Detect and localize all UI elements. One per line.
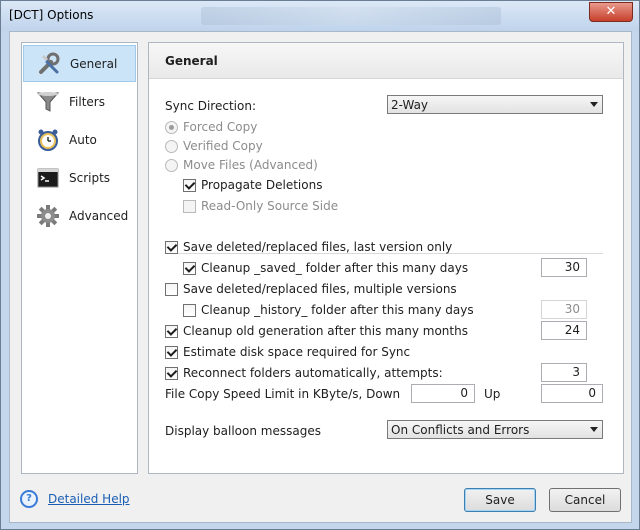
checkbox[interactable] xyxy=(165,282,178,296)
cancel-button[interactable]: Cancel xyxy=(549,488,621,512)
checkbox[interactable] xyxy=(183,303,196,317)
checkbox[interactable] xyxy=(165,345,178,359)
checkbox[interactable] xyxy=(165,366,178,380)
balloon-messages-value: On Conflicts and Errors xyxy=(391,423,530,437)
nav-label: Scripts xyxy=(69,170,111,185)
radio-verified-copy[interactable]: Verified Copy xyxy=(165,137,263,155)
nav-label: Advanced xyxy=(69,208,129,223)
cleanup-saved-checkbox[interactable]: Cleanup _saved_ folder after this many d… xyxy=(183,259,468,277)
sync-direction-value: 2-Way xyxy=(391,98,429,112)
cleanup-history-days-input[interactable]: 30 xyxy=(541,300,587,319)
estimate-disk-space-checkbox[interactable]: Estimate disk space required for Sync xyxy=(165,343,410,361)
background-window-ghost xyxy=(201,7,501,25)
sync-direction-label: Sync Direction: xyxy=(165,99,256,113)
checkbox[interactable] xyxy=(183,199,196,213)
options-window: [DCT] Options ✕ General Filters Auto Scr… xyxy=(0,0,640,530)
reconnect-attempts-input[interactable]: 3 xyxy=(541,363,587,382)
radio-button[interactable] xyxy=(165,158,178,172)
help-icon: ? xyxy=(20,490,38,508)
balloon-messages-label: Display balloon messages xyxy=(165,424,321,438)
nav-item-advanced[interactable]: Advanced xyxy=(23,197,136,234)
save-multiple-checkbox[interactable]: Save deleted/replaced files, multiple ve… xyxy=(165,280,457,298)
radio-button[interactable] xyxy=(165,120,178,134)
nav-label: Filters xyxy=(69,94,105,109)
close-button[interactable]: ✕ xyxy=(589,2,633,22)
cleanup-history-checkbox[interactable]: Cleanup _history_ folder after this many… xyxy=(183,301,474,319)
cleanup-old-generation-checkbox[interactable]: Cleanup old generation after this many m… xyxy=(165,322,468,340)
checkbox[interactable] xyxy=(165,240,178,254)
save-button[interactable]: Save xyxy=(464,488,536,512)
checkbox[interactable] xyxy=(165,324,178,338)
title-bar[interactable]: [DCT] Options ✕ xyxy=(1,1,639,31)
speed-limit-up-input[interactable]: 0 xyxy=(541,384,603,403)
checkbox[interactable] xyxy=(183,178,196,192)
nav-item-filters[interactable]: Filters xyxy=(23,83,136,120)
funnel-icon xyxy=(35,89,61,115)
chevron-down-icon xyxy=(590,102,598,107)
alarm-clock-icon xyxy=(35,127,61,153)
dialog-client: General Filters Auto Scripts Advanced Ge… xyxy=(9,31,632,523)
nav-item-scripts[interactable]: Scripts xyxy=(23,159,136,196)
nav-item-auto[interactable]: Auto xyxy=(23,121,136,158)
speed-limit-down-input[interactable]: 0 xyxy=(411,384,475,403)
save-last-version-checkbox[interactable]: Save deleted/replaced files, last versio… xyxy=(165,238,452,256)
sync-direction-select[interactable]: 2-Way xyxy=(387,95,603,114)
panel-header: General xyxy=(149,43,623,79)
speed-limit-up-label: Up xyxy=(484,387,501,401)
nav-label: Auto xyxy=(69,132,97,147)
nav-item-general[interactable]: General xyxy=(23,45,136,82)
detailed-help-link[interactable]: Detailed Help xyxy=(48,492,130,506)
radio-forced-copy[interactable]: Forced Copy xyxy=(165,118,257,136)
checkbox[interactable] xyxy=(183,261,196,275)
cleanup-months-input[interactable]: 24 xyxy=(541,321,587,340)
panel-title: General xyxy=(165,54,218,68)
options-nav: General Filters Auto Scripts Advanced xyxy=(21,42,138,474)
reconnect-checkbox[interactable]: Reconnect folders automatically, attempt… xyxy=(165,364,443,382)
cleanup-saved-days-input[interactable]: 30 xyxy=(541,258,587,277)
nav-label: General xyxy=(70,56,118,71)
wrench-screwdriver-icon xyxy=(36,51,62,77)
read-only-source-checkbox[interactable]: Read-Only Source Side xyxy=(183,197,338,215)
radio-button[interactable] xyxy=(165,139,178,153)
gear-icon xyxy=(35,203,61,229)
detailed-help[interactable]: ? Detailed Help xyxy=(20,490,130,508)
terminal-icon xyxy=(35,165,61,191)
radio-move-files[interactable]: Move Files (Advanced) xyxy=(165,156,318,174)
general-panel: General Sync Direction: 2-Way Forced Cop… xyxy=(148,42,624,474)
propagate-deletions-checkbox[interactable]: Propagate Deletions xyxy=(183,176,322,194)
chevron-down-icon xyxy=(590,427,598,432)
window-title: [DCT] Options xyxy=(9,8,94,22)
balloon-messages-select[interactable]: On Conflicts and Errors xyxy=(387,420,603,439)
speed-limit-label: File Copy Speed Limit in KByte/s, Down xyxy=(165,387,401,401)
